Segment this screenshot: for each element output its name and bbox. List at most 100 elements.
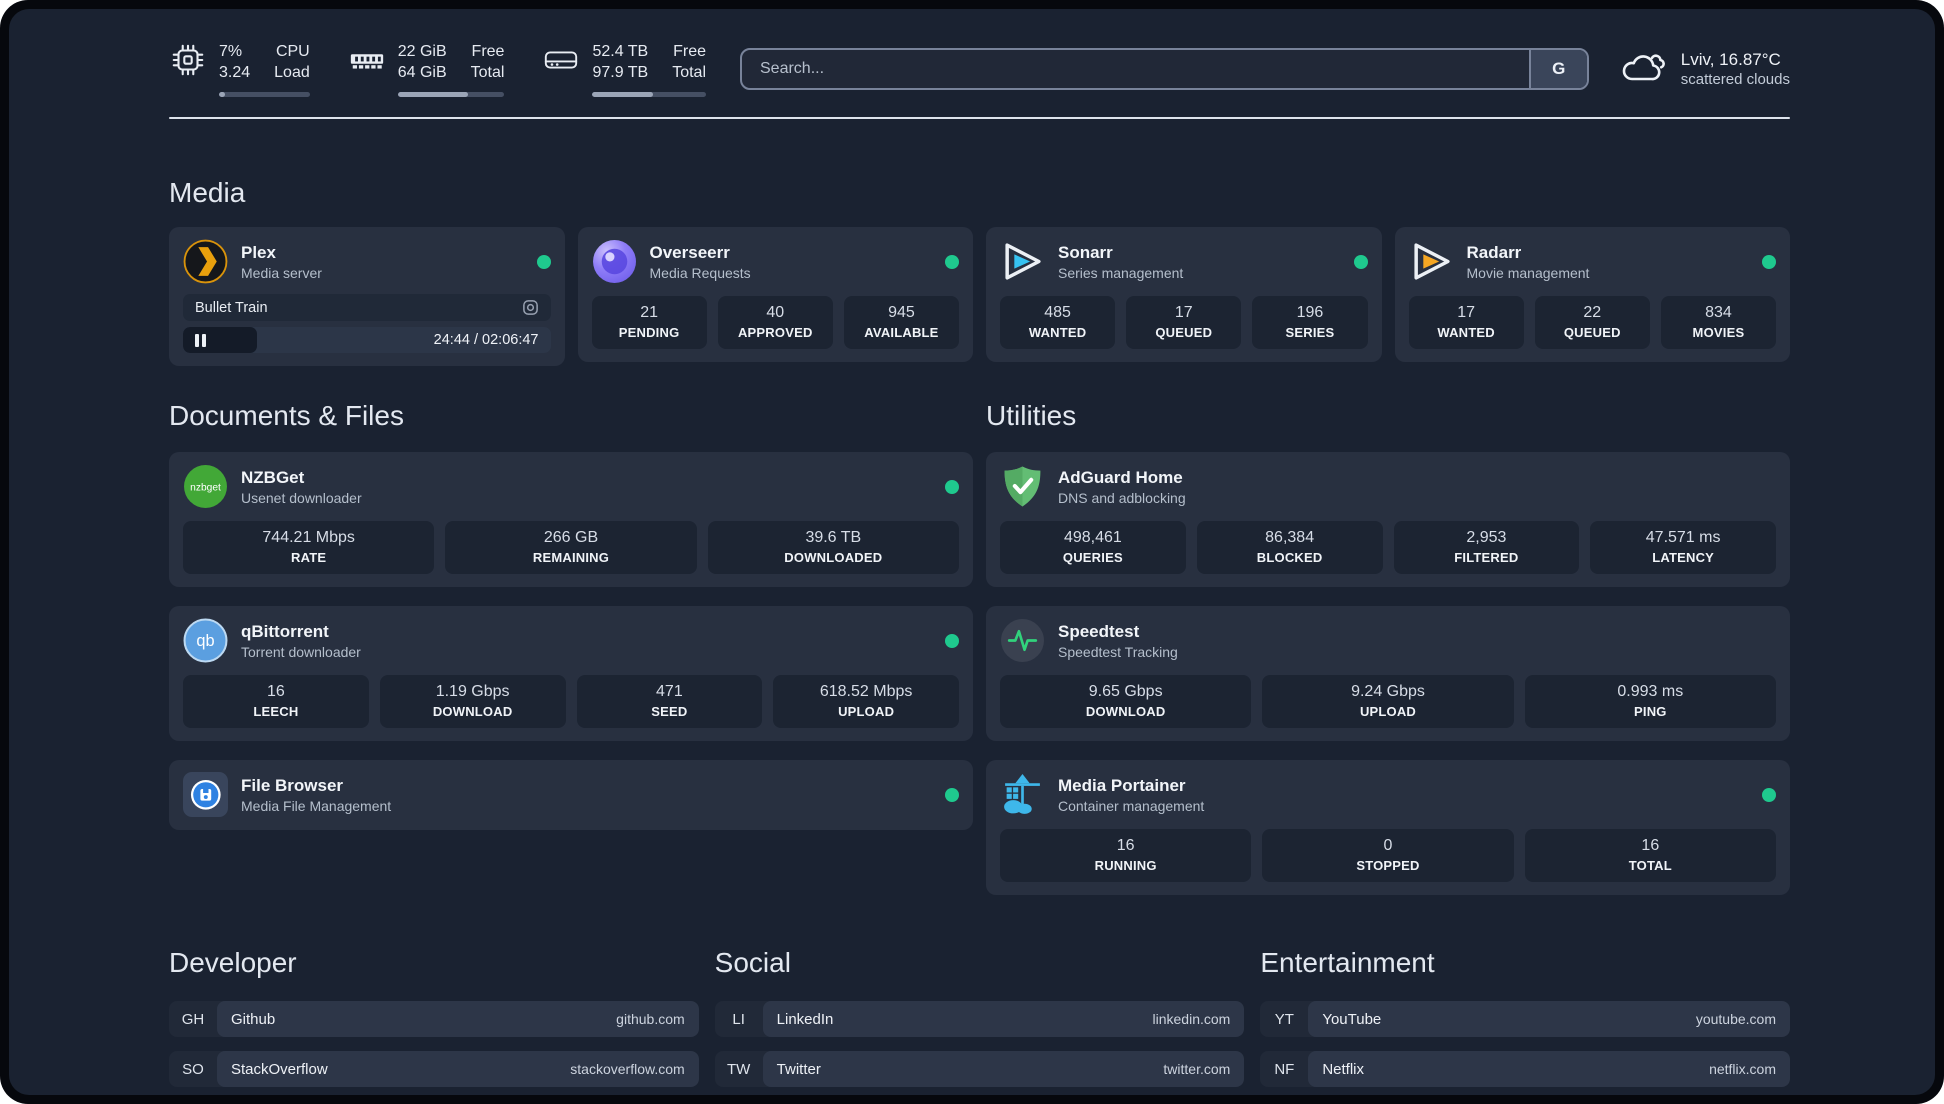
search-engine-button[interactable]: G <box>1528 50 1587 88</box>
stat-download: 1.19 Gbps DOWNLOAD <box>379 675 566 728</box>
documents-column: Documents & Files nzbget NZBGet Usenet d… <box>169 400 973 830</box>
weather-location-temp: Lviv, 16.87°C <box>1680 50 1781 69</box>
cpu-label: CPU <box>275 42 310 60</box>
weather-widget: Lviv, 16.87°C scattered clouds <box>1619 49 1790 90</box>
app-title: Overseerr <box>649 242 730 262</box>
links-column-entertainment: Entertainment YT YouTube youtube.com NF … <box>1260 947 1790 1095</box>
svg-text:nzbget: nzbget <box>190 483 221 494</box>
plex-icon <box>183 239 228 284</box>
link-name: Github <box>231 1010 276 1028</box>
link-abbr: SO <box>182 1060 204 1078</box>
link-name: Netflix <box>1322 1060 1365 1078</box>
link-abbr: NF <box>1274 1060 1295 1078</box>
app-subtitle: Movie management <box>1466 264 1590 281</box>
app-card-sonarr[interactable]: Sonarr Series management 485 WANTED 17 Q… <box>986 227 1382 362</box>
stat-leech: 16 LEECH <box>183 675 369 728</box>
links-column-social: Social LI LinkedIn linkedin.com TW Twitt… <box>714 947 1245 1095</box>
stat-queued: 17 QUEUED <box>1126 296 1242 349</box>
cpu-icon <box>169 41 207 84</box>
section-title-media: Media <box>169 177 246 208</box>
status-dot <box>1762 254 1776 269</box>
ram-progress-bar <box>397 92 505 97</box>
cpu-load-value: 3.24 <box>219 63 251 81</box>
link-abbr: YT <box>1274 1010 1294 1028</box>
svg-text:qb: qb <box>196 632 214 650</box>
adguard-icon <box>1000 464 1045 509</box>
utilities-column: Utilities AdGuard Home DNS and adblockin… <box>986 400 1790 895</box>
stat-wanted: 485 WANTED <box>1000 296 1116 349</box>
stat-movies: 834 MOVIES <box>1660 296 1777 349</box>
app-card-portainer[interactable]: Media Portainer Container management 16 … <box>986 760 1790 895</box>
header-bar: 7% 3.24 CPU Load 22 GiB 64 GiB Free Tota… <box>169 41 1790 97</box>
sonarr-icon <box>1000 239 1045 284</box>
media-card-grid: Plex Media server Bullet Train 24:44 / 0… <box>169 227 1790 366</box>
disk-free-value: 52.4 TB <box>592 42 649 60</box>
app-title: Sonarr <box>1058 242 1113 262</box>
app-card-filebrowser[interactable]: File Browser Media File Management <box>169 760 973 830</box>
disk-progress-bar <box>592 92 706 97</box>
search-bar: G <box>740 48 1589 90</box>
status-dot <box>945 254 959 269</box>
app-title: qBittorrent <box>241 621 329 641</box>
plex-now-playing: Bullet Train 24:44 / 02:06:47 <box>183 294 551 353</box>
app-card-overseerr[interactable]: Overseerr Media Requests 21 PENDING 40 A… <box>577 227 973 362</box>
app-card-plex[interactable]: Plex Media server Bullet Train 24:44 / 0… <box>169 227 565 366</box>
app-card-radarr[interactable]: Radarr Movie management 17 WANTED 22 QUE… <box>1394 227 1790 362</box>
app-title: NZBGet <box>241 467 305 487</box>
stat-download: 9.65 Gbps DOWNLOAD <box>1000 675 1252 728</box>
stat-ping: 0.993 ms PING <box>1524 675 1776 728</box>
pause-icon[interactable] <box>195 333 206 347</box>
link-item-netflix[interactable]: NF Netflix netflix.com <box>1260 1051 1790 1087</box>
nzbget-icon: nzbget <box>183 464 228 509</box>
cpu-progress-bar <box>219 92 310 97</box>
app-title: Media Portainer <box>1058 775 1186 795</box>
status-dot <box>1353 254 1368 269</box>
app-subtitle: Usenet downloader <box>241 489 362 506</box>
app-subtitle: Series management <box>1058 264 1184 281</box>
stat-series: 196 SERIES <box>1252 296 1368 349</box>
overseerr-icon <box>592 239 637 284</box>
link-name: YouTube <box>1322 1010 1382 1028</box>
ram-icon <box>348 41 386 84</box>
section-title-utilities: Utilities <box>986 400 1077 431</box>
cpu-usage-value: 7% <box>219 42 243 60</box>
stat-filtered: 2,953 FILTERED <box>1393 521 1580 574</box>
app-subtitle: DNS and adblocking <box>1058 489 1186 506</box>
status-dot <box>945 787 959 802</box>
playback-progress-bar[interactable]: 24:44 / 02:06:47 <box>183 327 551 353</box>
app-subtitle: Media server <box>241 264 322 281</box>
link-url: github.com <box>616 1011 685 1027</box>
now-playing-title: Bullet Train <box>195 299 268 316</box>
disk-icon <box>542 41 580 84</box>
ram-free-label: Free <box>471 42 505 60</box>
section-title-entertainment: Entertainment <box>1260 947 1435 978</box>
disk-total-value: 97.9 TB <box>592 63 649 81</box>
session-info-icon <box>522 299 539 316</box>
cloud-icon <box>1619 49 1667 90</box>
stat-available: 945 AVAILABLE <box>843 296 960 349</box>
app-card-qbittorrent[interactable]: qb qBittorrent Torrent downloader 16 LEE… <box>169 606 973 741</box>
disk-metric: 52.4 TB 97.9 TB Free Total <box>542 41 706 97</box>
section-title-social: Social <box>714 947 791 978</box>
stat-seed: 471 SEED <box>576 675 763 728</box>
app-card-adguard[interactable]: AdGuard Home DNS and adblocking 498,461 … <box>986 452 1790 587</box>
link-item-linkedin[interactable]: LI LinkedIn linkedin.com <box>714 1001 1245 1037</box>
links-column-developer: Developer GH Github github.com SO StackO… <box>169 947 699 1095</box>
app-subtitle: Speedtest Tracking <box>1058 643 1178 660</box>
portainer-icon <box>1000 772 1045 817</box>
app-card-speedtest[interactable]: Speedtest Speedtest Tracking 9.65 Gbps D… <box>986 606 1790 741</box>
link-item-twitter[interactable]: TW Twitter twitter.com <box>714 1051 1245 1087</box>
app-card-nzbget[interactable]: nzbget NZBGet Usenet downloader 744.21 M… <box>169 452 973 587</box>
link-item-youtube[interactable]: YT YouTube youtube.com <box>1260 1001 1790 1037</box>
status-dot <box>945 633 959 648</box>
app-title: AdGuard Home <box>1058 467 1183 487</box>
stat-queued: 22 QUEUED <box>1534 296 1650 349</box>
app-title: File Browser <box>241 775 344 795</box>
disk-total-label: Total <box>672 63 706 81</box>
link-item-stackoverflow[interactable]: SO StackOverflow stackoverflow.com <box>169 1051 699 1087</box>
ram-total-value: 64 GiB <box>397 63 447 81</box>
stat-rate: 744.21 Mbps RATE <box>183 521 435 574</box>
link-url: twitter.com <box>1163 1061 1231 1077</box>
search-input[interactable] <box>742 50 1529 88</box>
link-item-github[interactable]: GH Github github.com <box>169 1001 699 1037</box>
